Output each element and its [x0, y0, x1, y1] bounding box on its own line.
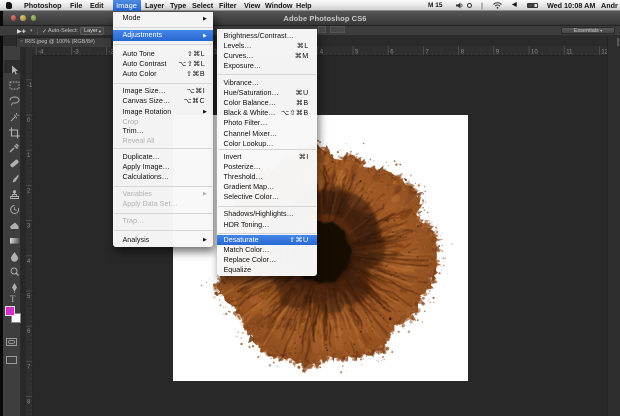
svg-text:-4: -4: [38, 50, 44, 56]
svg-text:10: 10: [531, 50, 538, 56]
svg-text:-3: -3: [73, 50, 79, 56]
svg-text:11: 11: [566, 50, 573, 56]
svg-text:-1: -1: [27, 83, 33, 89]
svg-text:12: 12: [601, 50, 607, 56]
svg-text:T: T: [10, 294, 16, 304]
